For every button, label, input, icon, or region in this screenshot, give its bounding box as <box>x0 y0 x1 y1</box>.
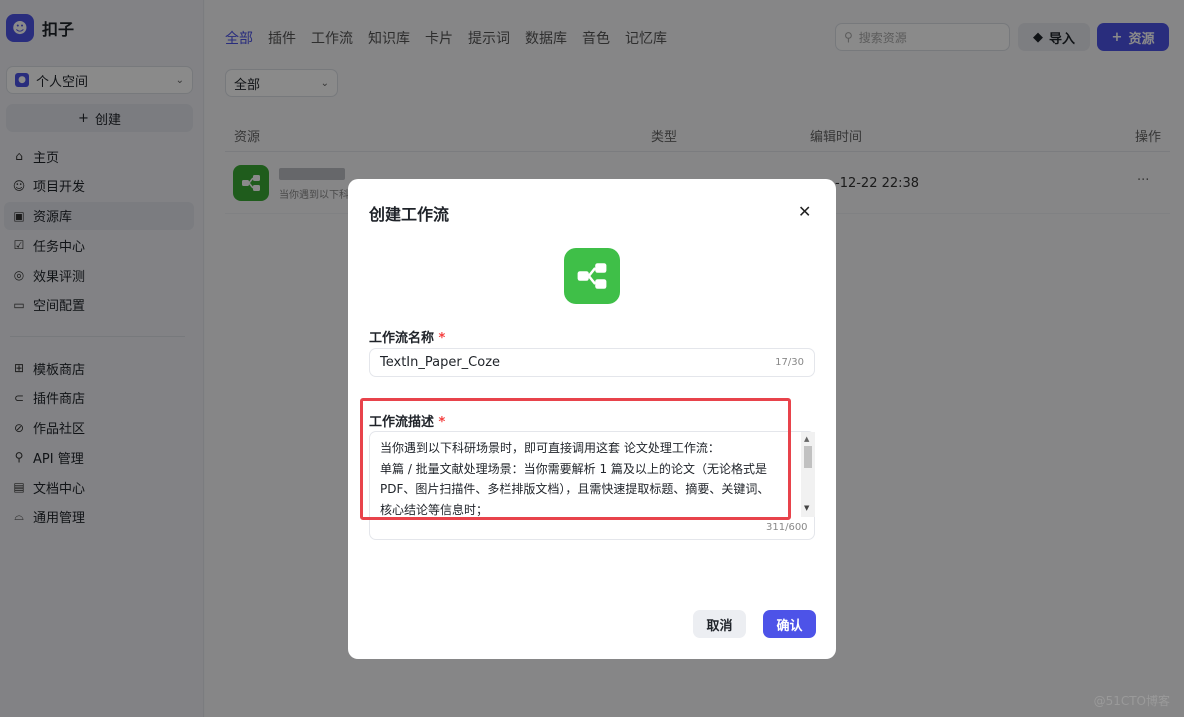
name-value: TextIn_Paper_Coze <box>380 355 501 370</box>
workflow-name-input[interactable]: TextIn_Paper_Coze 17/30 <box>369 348 815 377</box>
required-mark: * <box>438 331 446 346</box>
watermark: @51CTO博客 <box>1093 694 1170 708</box>
desc-label-text: 工作流描述 <box>369 415 435 430</box>
scrollbar-thumb[interactable] <box>804 446 812 468</box>
description-line: 核心结论等信息时； <box>380 502 489 517</box>
workflow-description-textarea[interactable]: 当你遇到以下科研场景时，即可直接调用这套 论文处理工作流： 单篇 / 批量文献处… <box>369 431 815 540</box>
cancel-button[interactable]: 取消 <box>693 610 746 638</box>
required-mark: * <box>438 415 446 430</box>
name-char-counter: 17/30 <box>775 357 804 368</box>
name-label-text: 工作流名称 <box>369 331 435 346</box>
description-line: 当你遇到以下科研场景时，即可直接调用这套 论文处理工作流： <box>380 441 720 455</box>
confirm-button[interactable]: 确认 <box>763 610 816 638</box>
description-text: 当你遇到以下科研场景时，即可直接调用这套 论文处理工作流： 单篇 / 批量文献处… <box>380 438 790 518</box>
description-line: 单篇 / 批量文献处理场景：当你需要解析 1 篇及以上的论文（无论格式是 <box>380 461 767 476</box>
scroll-up-arrow-icon[interactable]: ▲ <box>804 435 809 443</box>
scroll-down-arrow-icon[interactable]: ▼ <box>804 504 809 512</box>
workflow-icon[interactable] <box>564 248 620 304</box>
create-workflow-dialog: 创建工作流 ✕ 工作流名称 * TextIn_Paper_Coze 17/30 … <box>348 179 836 659</box>
description-line: PDF、图片扫描件、多栏排版文档），且需快速提取标题、摘要、关键词、 <box>380 482 770 496</box>
name-field-label: 工作流名称 * <box>369 327 445 346</box>
desc-field-label: 工作流描述 * <box>369 411 445 430</box>
desc-char-counter: 311/600 <box>766 522 808 533</box>
close-icon[interactable]: ✕ <box>798 202 811 221</box>
dialog-title: 创建工作流 <box>369 205 450 224</box>
description-scrollbar[interactable]: ▲ ▼ <box>801 432 815 517</box>
